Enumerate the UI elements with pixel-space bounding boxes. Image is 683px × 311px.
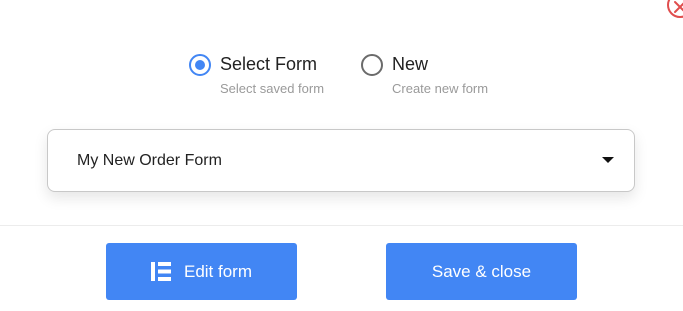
form-selector-dialog: Select Form Select saved form New Create… — [0, 0, 683, 311]
radio-new-form-text: New Create new form — [392, 54, 488, 98]
radio-select-form-text: Select Form Select saved form — [220, 54, 324, 98]
close-icon — [674, 1, 683, 13]
radio-select-form-sublabel: Select saved form — [220, 81, 325, 96]
radio-new-form-sublabel: Create new form — [392, 81, 489, 96]
caret-down-icon — [602, 157, 614, 163]
form-select-value: My New Order Form — [77, 152, 222, 169]
save-close-label: Save & close — [431, 261, 532, 281]
form-select-dropdown[interactable]: My New Order Form — [47, 129, 635, 192]
edit-form-label: Edit form — [183, 261, 253, 281]
radio-select-form-indicator[interactable] — [189, 54, 211, 76]
close-button[interactable] — [667, 0, 683, 18]
edit-form-button[interactable]: Edit form — [106, 243, 297, 300]
divider — [0, 225, 683, 226]
radio-select-form-label: Select Form — [220, 54, 318, 74]
elementor-icon — [150, 262, 171, 281]
radio-select-form[interactable]: Select Form Select saved form — [189, 54, 324, 98]
radio-new-form-indicator[interactable] — [361, 54, 383, 76]
save-close-button[interactable]: Save & close — [386, 243, 577, 300]
radio-new-form-label: New — [392, 54, 429, 74]
radio-new-form[interactable]: New Create new form — [361, 54, 488, 98]
